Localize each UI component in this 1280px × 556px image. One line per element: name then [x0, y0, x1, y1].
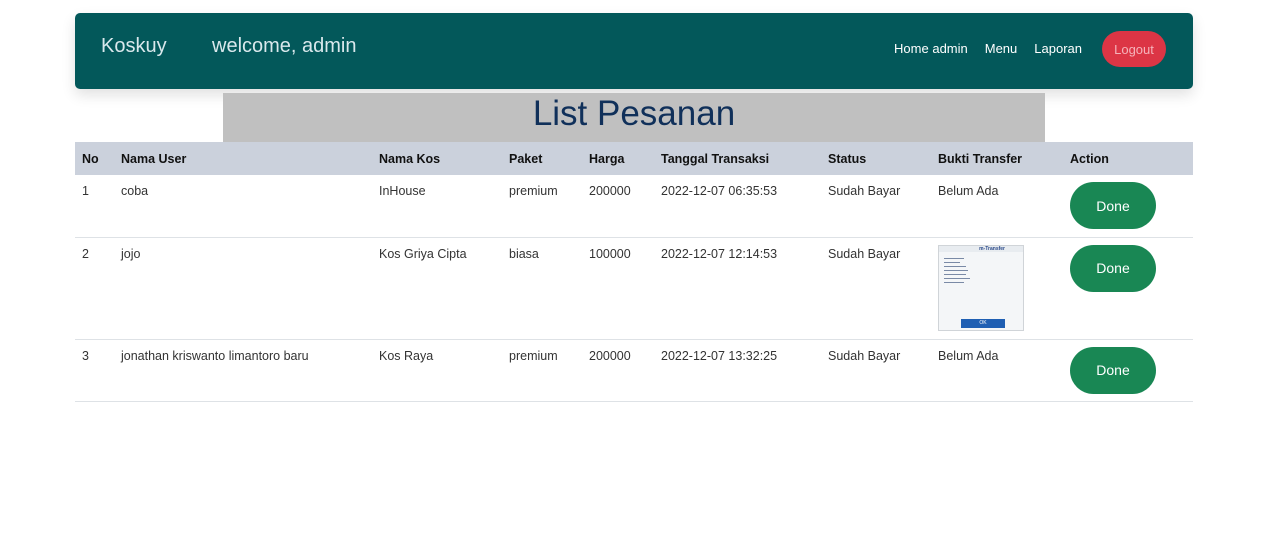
nav-link-menu[interactable]: Menu: [985, 41, 1018, 56]
header-tanggal-transaksi: Tanggal Transaksi: [661, 151, 770, 166]
cell-user: jonathan kriswanto limantoro baru: [114, 339, 372, 402]
header-nama-user: Nama User: [121, 151, 187, 166]
nav-links: Home admin Menu Laporan: [894, 41, 1082, 56]
cell-harga: 200000: [582, 339, 654, 402]
cell-kos: Kos Raya: [372, 339, 502, 402]
header-status: Status: [828, 151, 867, 166]
cell-status: Sudah Bayar: [821, 339, 931, 402]
proof-text-line: [944, 281, 964, 283]
welcome-text: welcome, admin: [212, 35, 357, 57]
proof-text-line: [944, 277, 970, 279]
table-row: 3 jonathan kriswanto limantoro baru Kos …: [75, 339, 1193, 402]
done-button[interactable]: Done: [1070, 244, 1156, 292]
transfer-proof-image[interactable]: m-Transfer OK: [938, 244, 1024, 331]
cell-paket: biasa: [502, 237, 582, 340]
cell-status: Sudah Bayar: [821, 175, 931, 238]
cell-tanggal: 2022-12-07 13:32:25: [654, 339, 821, 402]
cell-action: Done: [1063, 339, 1193, 402]
brand-logo[interactable]: Koskuy: [101, 35, 167, 58]
cell-tanggal: 2022-12-07 12:14:53: [654, 237, 821, 340]
proof-text-line: [944, 257, 964, 259]
page-title-bar: List Pesanan: [223, 93, 1045, 142]
navbar: Koskuy welcome, admin Home admin Menu La…: [75, 13, 1193, 89]
cell-bukti: Belum Ada: [931, 339, 1063, 402]
cell-no: 1: [75, 175, 114, 238]
header-no: No: [82, 151, 99, 166]
nav-link-laporan[interactable]: Laporan: [1034, 41, 1082, 56]
cell-user: coba: [114, 175, 372, 238]
logout-button[interactable]: Logout: [1102, 31, 1166, 67]
table-row: 1 coba InHouse premium 200000 2022-12-07…: [75, 175, 1193, 238]
proof-image-title: m-Transfer: [979, 245, 1005, 252]
proof-text-line: [944, 261, 960, 263]
cell-user: jojo: [114, 237, 372, 340]
header-paket: Paket: [509, 151, 543, 166]
cell-kos: InHouse: [372, 175, 502, 238]
orders-table: No Nama User Nama Kos Paket Harga Tangga…: [75, 142, 1193, 402]
nav-link-home-admin[interactable]: Home admin: [894, 41, 968, 56]
cell-action: Done: [1063, 175, 1193, 238]
cell-bukti: m-Transfer OK: [931, 237, 1063, 340]
table-row: 2 jojo Kos Griya Cipta biasa 100000 2022…: [75, 237, 1193, 340]
header-harga: Harga: [589, 151, 625, 166]
cell-harga: 200000: [582, 175, 654, 238]
cell-harga: 100000: [582, 237, 654, 340]
cell-action: Done: [1063, 237, 1193, 340]
cell-kos: Kos Griya Cipta: [372, 237, 502, 340]
proof-text-line: [944, 269, 968, 271]
done-button[interactable]: Done: [1070, 346, 1156, 394]
cell-status: Sudah Bayar: [821, 237, 931, 340]
cell-paket: premium: [502, 175, 582, 238]
proof-text-line: [944, 265, 966, 267]
header-nama-kos: Nama Kos: [379, 151, 441, 166]
cell-paket: premium: [502, 339, 582, 402]
header-bukti-transfer: Bukti Transfer: [938, 151, 1023, 166]
header-action: Action: [1070, 151, 1109, 166]
proof-ok-button: OK: [961, 318, 1005, 328]
page-title: List Pesanan: [532, 94, 736, 133]
done-button[interactable]: Done: [1070, 182, 1156, 229]
cell-no: 2: [75, 237, 114, 340]
proof-text-line: [944, 273, 966, 275]
cell-no: 3: [75, 339, 114, 402]
cell-bukti: Belum Ada: [931, 175, 1063, 238]
table-header-row: No Nama User Nama Kos Paket Harga Tangga…: [75, 142, 1193, 175]
cell-tanggal: 2022-12-07 06:35:53: [654, 175, 821, 238]
